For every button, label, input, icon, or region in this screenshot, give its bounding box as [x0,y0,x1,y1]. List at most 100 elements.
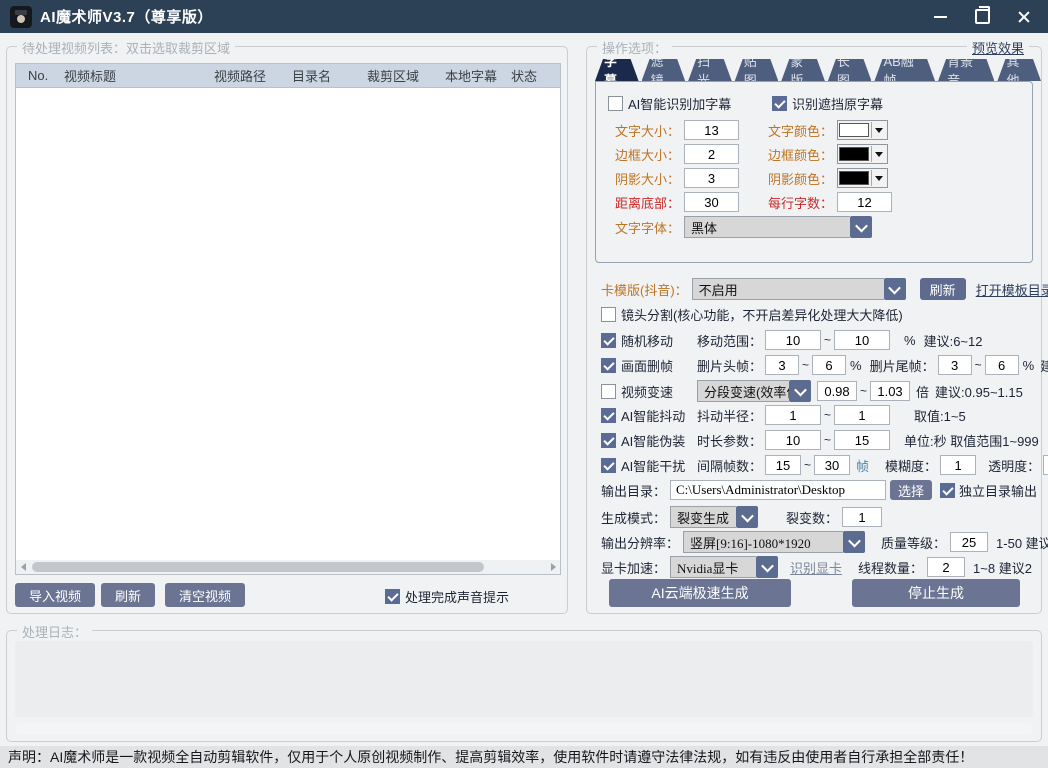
independent-dir-label: 独立目录输出 [959,481,1037,500]
output-dir-input[interactable] [670,480,886,500]
jitter-max-input[interactable] [834,405,890,425]
refresh-list-button[interactable]: 刷新 [101,583,155,607]
gpu-dropdown[interactable]: Nvidia显卡 [670,556,778,578]
frame-delete-label: 画面删帧 [621,356,697,375]
interval-max-input[interactable] [814,455,850,475]
chevron-down-icon[interactable] [736,506,758,528]
tail-frames-min-input[interactable] [938,355,972,375]
tail-frames-max-input[interactable] [985,355,1019,375]
tab-long-image[interactable]: 长图 [828,59,872,81]
scroll-left-icon[interactable] [16,560,30,574]
random-move-checkbox[interactable] [601,333,616,348]
tab-filter[interactable]: 滤镜 [642,59,686,81]
template-refresh-button[interactable]: 刷新 [920,278,966,300]
video-table: No. 视频标题 视频路径 目录名 裁剪区域 本地字幕 状态 [15,63,561,575]
font-color-picker[interactable] [837,120,888,140]
col-no: No. [28,68,64,83]
speed-min-input[interactable] [817,381,857,401]
chevron-down-icon[interactable] [756,556,778,578]
shadow-size-input[interactable] [684,168,739,188]
threads-input[interactable] [927,557,965,577]
ai-subtitle-checkbox[interactable] [608,96,623,111]
stop-generate-button[interactable]: 停止生成 [852,579,1020,607]
tab-mask[interactable]: 蒙版 [781,59,825,81]
font-family-dropdown[interactable]: 黑体 [684,216,872,238]
jitter-min-input[interactable] [765,405,821,425]
move-range-min-input[interactable] [765,330,821,350]
chars-per-line-input[interactable] [837,192,892,212]
dropdown-arrow-icon[interactable] [871,146,886,162]
chevron-down-icon[interactable] [884,278,906,300]
chevron-down-icon[interactable] [789,380,811,402]
video-table-body[interactable] [16,88,560,560]
speed-max-input[interactable] [870,381,910,401]
move-range-max-input[interactable] [834,330,890,350]
tab-subtitle[interactable]: 字幕 [595,59,639,81]
mask-original-checkbox[interactable] [772,96,787,111]
shadow-color-picker[interactable] [837,168,888,188]
shadow-color-swatch [839,171,869,185]
threads-label: 线程数量： [858,558,923,577]
duration-max-input[interactable] [834,430,890,450]
interval-min-input[interactable] [765,455,801,475]
opacity-input[interactable] [1043,455,1048,475]
sound-tip-checkbox[interactable] [385,589,400,604]
head-frames-min-input[interactable] [765,355,799,375]
tab-sticker[interactable]: 贴图 [735,59,779,81]
quality-input[interactable] [950,532,988,552]
close-button[interactable] [1010,5,1038,29]
duration-min-input[interactable] [765,430,821,450]
preview-effect-link[interactable]: 预览效果 [967,38,1029,57]
chevron-down-icon[interactable] [843,531,865,553]
quality-hint: 1-50 建议16 [996,533,1048,552]
border-size-input[interactable] [684,144,739,164]
select-dir-button[interactable]: 选择 [890,480,932,500]
template-dropdown[interactable]: 不启用 [692,278,906,300]
speed-change-checkbox[interactable] [601,384,616,399]
lens-split-checkbox[interactable] [601,307,616,322]
video-list-group-label: 待处理视频列表：双击选取裁剪区域 [17,38,235,57]
opacity-label: 透明度： [988,456,1040,475]
ai-interfere-row: AI智能干扰 间隔帧数： ~ 帧 模糊度： 透明度： [601,455,1048,475]
log-scrollbar[interactable] [15,723,1033,735]
app-icon [10,6,32,28]
tab-other[interactable]: 其他 [997,59,1041,81]
chevron-down-icon[interactable] [850,216,872,238]
speed-unit: 倍 [916,382,929,401]
ai-subtitle-label: AI智能识别加字幕 [628,94,731,113]
speed-mode-dropdown[interactable]: 分段变速(效率优 [697,380,811,402]
minimize-button[interactable] [926,5,954,29]
fission-count-input[interactable] [842,507,882,527]
dropdown-arrow-icon[interactable] [871,170,886,186]
dropdown-arrow-icon[interactable] [871,122,886,138]
frame-delete-checkbox[interactable] [601,358,616,373]
check-icon [603,459,614,470]
col-path: 视频路径 [214,66,292,85]
tab-sweep-light[interactable]: 扫光 [688,59,732,81]
ai-interfere-checkbox[interactable] [601,458,616,473]
resolution-dropdown[interactable]: 竖屏[9:16]-1080*1920 [683,531,865,553]
titlebar: AI魔术师V3.7（尊享版） [0,0,1048,33]
resolution-label: 输出分辨率： [601,533,679,552]
tab-bgm[interactable]: 背景音 [938,59,994,81]
bottom-distance-input[interactable] [684,192,739,212]
blur-input[interactable] [940,455,976,475]
generate-mode-dropdown[interactable]: 裂变生成 [670,506,758,528]
detect-gpu-link[interactable]: 识别显卡 [790,558,842,577]
maximize-button[interactable] [968,5,996,29]
log-output-area[interactable] [15,641,1033,717]
ai-jitter-checkbox[interactable] [601,408,616,423]
font-size-input[interactable] [684,120,739,140]
import-video-button[interactable]: 导入视频 [15,583,95,607]
ai-disguise-checkbox[interactable] [601,433,616,448]
open-template-dir-link[interactable]: 打开模板目录 [976,280,1048,299]
border-color-picker[interactable] [837,144,888,164]
independent-dir-checkbox[interactable] [940,483,955,498]
video-table-hscrollbar[interactable] [16,560,560,574]
scroll-right-icon[interactable] [546,560,560,574]
tab-ab-blend[interactable]: AB融帧 [874,59,935,81]
head-frames-max-input[interactable] [812,355,846,375]
clear-videos-button[interactable]: 清空视频 [165,583,245,607]
scrollbar-thumb[interactable] [32,562,484,572]
cloud-generate-button[interactable]: AI云端极速生成 [609,579,791,607]
